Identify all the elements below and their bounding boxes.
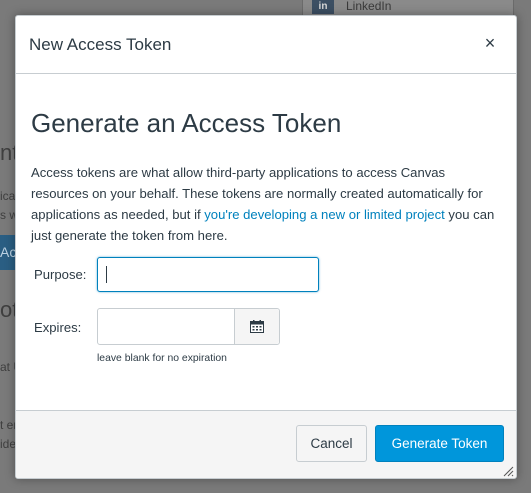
background-fragment: ica xyxy=(0,189,16,203)
generate-token-button[interactable]: Generate Token xyxy=(375,425,504,462)
expires-label: Expires: xyxy=(34,320,82,335)
dialog-title: New Access Token xyxy=(29,35,172,54)
description-text: Access tokens are what allow third-party… xyxy=(31,162,506,246)
expires-hint: leave blank for no expiration xyxy=(97,353,227,364)
purpose-label: Purpose: xyxy=(34,267,87,282)
access-token-dialog: New Access Token × Generate an Access To… xyxy=(15,15,517,479)
text-cursor xyxy=(106,266,107,283)
cancel-button[interactable]: Cancel xyxy=(296,425,367,462)
linkedin-icon: in xyxy=(312,0,334,14)
background-fragment: ide xyxy=(0,437,17,451)
calendar-icon[interactable] xyxy=(234,309,279,344)
background-linkedin-label: LinkedIn xyxy=(346,0,392,13)
expires-field xyxy=(97,308,280,345)
expires-input[interactable] xyxy=(98,309,234,344)
dialog-header: New Access Token × xyxy=(16,16,516,74)
resize-handle-icon[interactable] xyxy=(502,465,514,477)
dialog-footer: Cancel Generate Token xyxy=(16,410,516,478)
page-heading: Generate an Access Token xyxy=(31,108,342,138)
close-icon[interactable]: × xyxy=(482,33,498,53)
developer-link[interactable]: you're developing a new or limited proje… xyxy=(204,207,445,222)
purpose-input[interactable] xyxy=(97,257,319,292)
dialog-body: Generate an Access Token Access tokens a… xyxy=(16,74,516,410)
